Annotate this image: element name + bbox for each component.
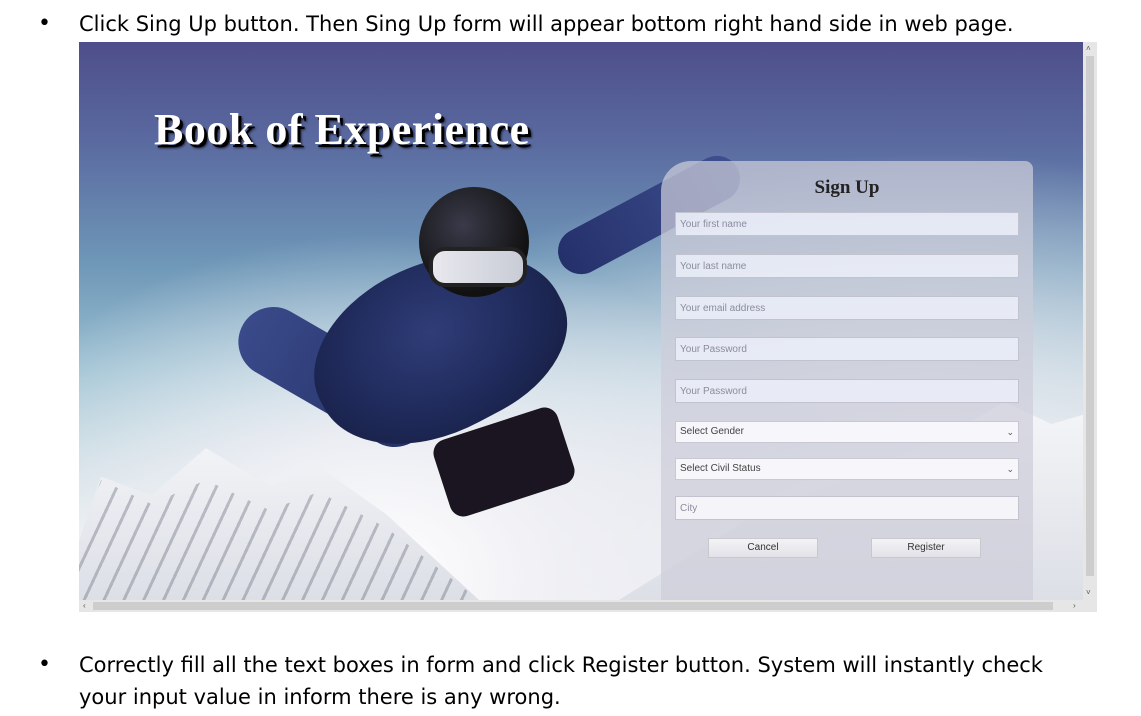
bullet-marker: • xyxy=(38,11,51,36)
signup-form: Sign Up Select Gender ⌄ Select Civil Sta… xyxy=(661,161,1033,600)
scroll-right-icon[interactable]: › xyxy=(1073,601,1076,611)
city-input[interactable] xyxy=(675,496,1019,520)
gender-select-value: Select Gender xyxy=(680,426,744,437)
civil-status-select-value: Select Civil Status xyxy=(680,463,761,474)
vertical-scrollbar[interactable]: ˄ ˅ xyxy=(1083,42,1097,600)
instruction-text: Click Sing Up button. Then Sing Up form … xyxy=(79,12,1014,36)
gender-select[interactable]: Select Gender ⌄ xyxy=(675,421,1019,443)
bullet-marker: • xyxy=(38,652,51,677)
first-name-input[interactable] xyxy=(675,212,1019,236)
vertical-scroll-thumb[interactable] xyxy=(1086,56,1094,576)
instruction-text: Correctly fill all the text boxes in for… xyxy=(79,653,1043,709)
hero-title: Book of Experience xyxy=(154,105,530,154)
confirm-password-input[interactable] xyxy=(675,379,1019,403)
scroll-left-icon[interactable]: ‹ xyxy=(83,601,86,611)
scroll-up-icon[interactable]: ˄ xyxy=(1086,44,1091,54)
horizontal-scrollbar[interactable]: ‹ › xyxy=(79,600,1097,612)
register-button[interactable]: Register xyxy=(871,538,981,558)
email-input[interactable] xyxy=(675,296,1019,320)
password-input[interactable] xyxy=(675,337,1019,361)
web-page-viewport: Book of Experience Sign Up Select Gender… xyxy=(79,42,1083,600)
signup-title: Sign Up xyxy=(814,177,880,198)
last-name-input[interactable] xyxy=(675,254,1019,278)
chevron-down-icon: ⌄ xyxy=(1006,464,1014,474)
scroll-down-icon[interactable]: ˅ xyxy=(1086,588,1091,598)
civil-status-select[interactable]: Select Civil Status ⌄ xyxy=(675,458,1019,480)
cancel-button[interactable]: Cancel xyxy=(708,538,818,558)
skydiver-goggles xyxy=(429,247,527,287)
horizontal-scroll-thumb[interactable] xyxy=(93,602,1053,610)
screenshot-browser-frame: Book of Experience Sign Up Select Gender… xyxy=(79,42,1097,612)
chevron-down-icon: ⌄ xyxy=(1006,427,1014,437)
